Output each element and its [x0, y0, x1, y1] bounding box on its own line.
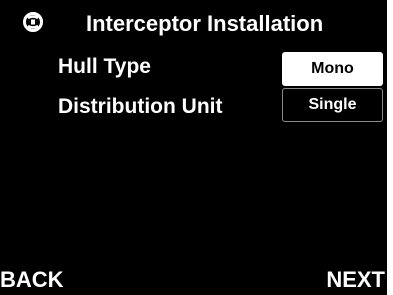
screen-edge: [387, 0, 393, 295]
device-screen: Interceptor Installation Hull Type Mono …: [0, 0, 393, 295]
header-bar: Interceptor Installation: [0, 0, 393, 48]
hull-type-selector[interactable]: Mono: [282, 52, 383, 86]
next-button[interactable]: NEXT: [326, 265, 385, 295]
hull-type-label: Hull Type: [58, 55, 151, 78]
back-button[interactable]: BACK: [0, 265, 64, 295]
distribution-unit-selector[interactable]: Single: [282, 88, 383, 122]
distribution-unit-label: Distribution Unit: [58, 95, 223, 118]
page-title: Interceptor Installation: [86, 11, 324, 36]
propeller-settings-icon: [20, 9, 46, 35]
